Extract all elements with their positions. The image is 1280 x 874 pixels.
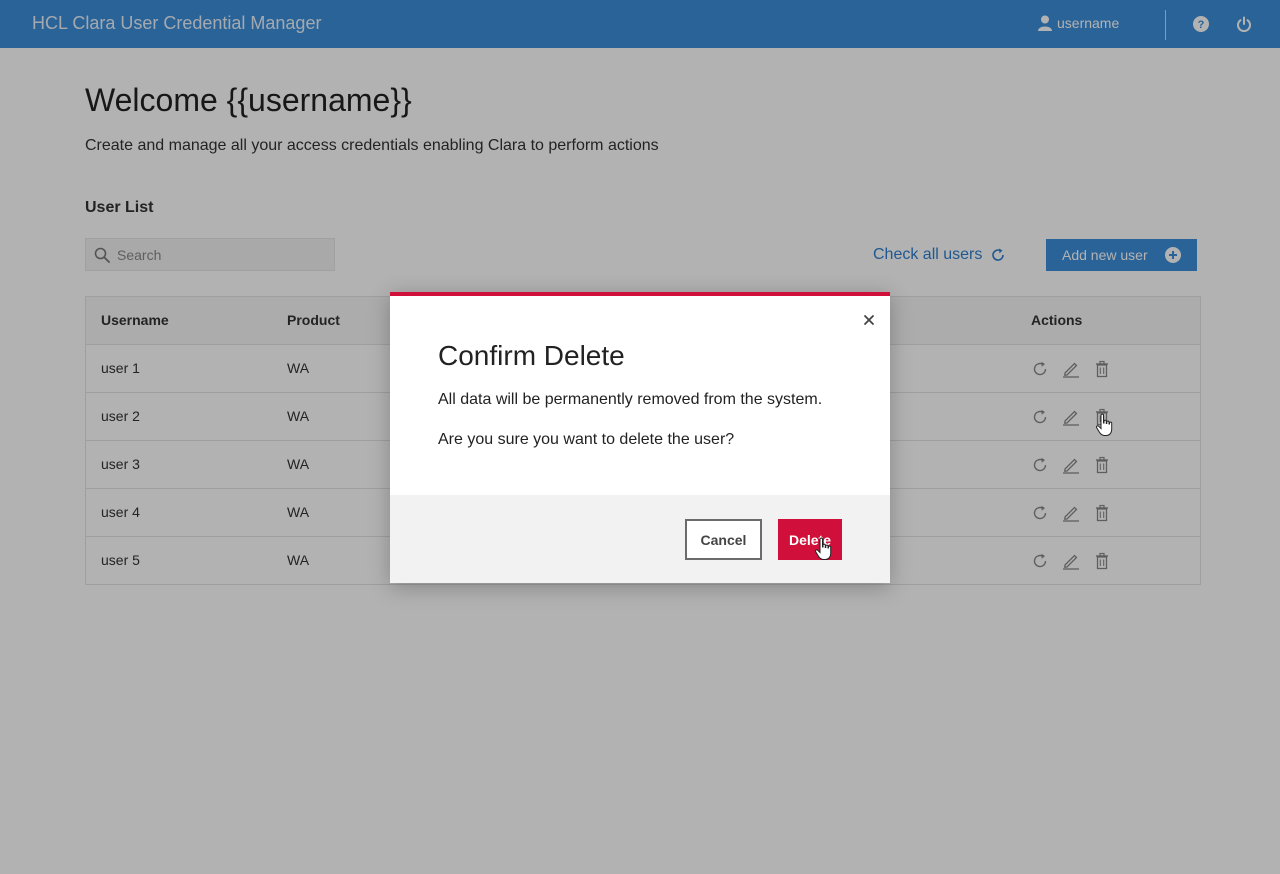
modal-backdrop-top [0, 0, 1280, 48]
hand-cursor-icon [814, 537, 832, 560]
dialog-question: Are you sure you want to delete the user… [438, 431, 735, 448]
dialog-title: Confirm Delete [438, 340, 625, 371]
dialog-message: All data will be permanently removed fro… [438, 391, 823, 408]
cancel-button[interactable]: Cancel [685, 519, 762, 560]
hand-cursor-icon [1095, 413, 1113, 436]
close-icon[interactable] [861, 312, 877, 328]
